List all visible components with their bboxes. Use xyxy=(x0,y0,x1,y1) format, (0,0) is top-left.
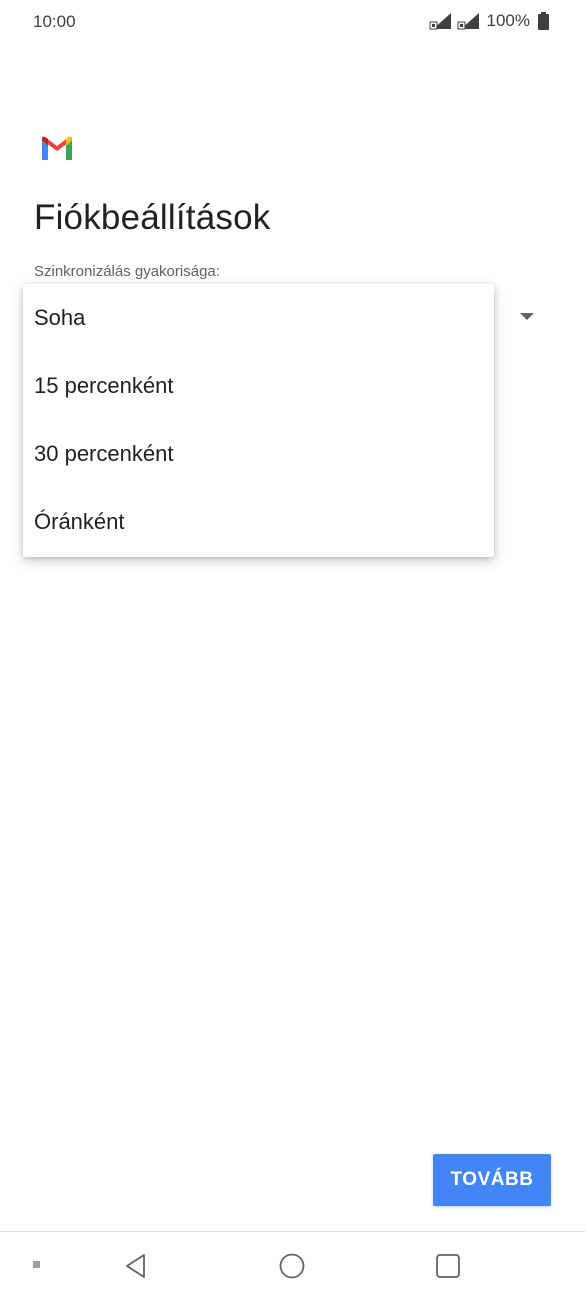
screen: 10:00 100% Fiókbeállítások Szinkronizálá… xyxy=(0,0,585,1300)
back-icon[interactable] xyxy=(122,1252,150,1280)
recent-apps-icon[interactable] xyxy=(434,1252,462,1280)
signal-sim2-icon xyxy=(457,13,479,30)
gmail-m-icon xyxy=(42,136,72,160)
next-button[interactable]: TOVÁBB xyxy=(433,1154,551,1206)
dot-icon xyxy=(33,1261,40,1268)
menu-option-hourly[interactable]: Óránként xyxy=(23,488,494,556)
battery-percent: 100% xyxy=(486,11,530,30)
status-icons: 100% xyxy=(429,11,549,31)
home-icon[interactable] xyxy=(278,1252,306,1280)
status-time: 10:00 xyxy=(33,12,76,31)
page-title: Fiókbeállítások xyxy=(34,198,271,237)
menu-option-15-min[interactable]: 15 percenként xyxy=(23,352,494,420)
battery-icon xyxy=(538,12,549,30)
sync-frequency-label: Szinkronizálás gyakorisága: xyxy=(34,263,220,280)
signal-sim1-icon xyxy=(429,13,451,30)
menu-option-never[interactable]: Soha xyxy=(23,284,494,352)
dropdown-arrow-icon[interactable] xyxy=(520,313,534,320)
menu-option-30-min[interactable]: 30 percenként xyxy=(23,420,494,488)
nav-bar xyxy=(0,1232,585,1300)
status-bar: 10:00 100% xyxy=(0,0,585,48)
sync-frequency-menu: Soha 15 percenként 30 percenként Óránkén… xyxy=(23,284,494,557)
